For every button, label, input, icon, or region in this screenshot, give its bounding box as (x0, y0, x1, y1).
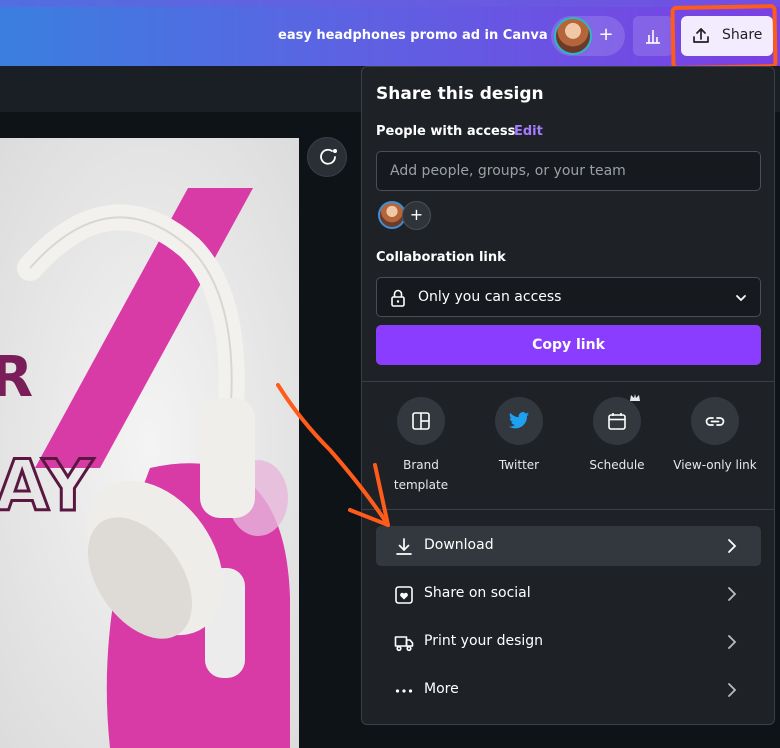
link-icon (705, 417, 725, 426)
option-label: Twitter (498, 458, 540, 472)
link-access-value: Only you can access (418, 289, 562, 305)
add-member-button[interactable]: + (402, 201, 431, 230)
link-access-select[interactable]: Only you can access (376, 277, 761, 317)
add-collaborator-icon[interactable]: + (596, 25, 616, 45)
share-panel: Share this design People with access Edi… (361, 66, 775, 725)
option-twitter[interactable]: Twitter (470, 397, 568, 475)
more-row[interactable]: More (376, 670, 761, 710)
truck-icon (394, 636, 414, 652)
edit-access-link[interactable]: Edit (514, 124, 543, 139)
chevron-right-icon (728, 635, 737, 649)
divider (362, 381, 774, 382)
upload-icon (693, 28, 709, 43)
option-brand-template[interactable]: Brand template (372, 397, 470, 495)
download-row[interactable]: Download (376, 526, 761, 566)
people-with-access-label: People with access (376, 124, 516, 139)
design-artwork: R AY (0, 138, 299, 748)
regenerate-button[interactable] (307, 137, 347, 177)
option-view-only-link[interactable]: View-only link (666, 397, 764, 475)
bar-chart-icon (646, 30, 660, 44)
top-bar: easy headphones promo ad in Canva + Shar… (0, 0, 780, 66)
lock-icon (391, 289, 405, 307)
download-icon (396, 538, 412, 555)
chevron-down-icon (736, 295, 746, 302)
panel-title: Share this design (376, 84, 544, 104)
option-label: Schedule (589, 458, 645, 472)
row-label: Download (424, 537, 494, 553)
svg-text:AY: AY (0, 445, 94, 527)
collaboration-link-label: Collaboration link (376, 250, 506, 265)
chevron-right-icon (728, 587, 737, 601)
user-avatar[interactable] (554, 17, 592, 55)
copy-link-button[interactable]: Copy link (376, 325, 761, 365)
print-design-row[interactable]: Print your design (376, 622, 761, 662)
chevron-right-icon (728, 539, 737, 553)
heart-icon (395, 586, 413, 604)
svg-text:R: R (0, 345, 33, 410)
document-title[interactable]: easy headphones promo ad in Canva (278, 28, 548, 43)
option-schedule[interactable]: Schedule (568, 394, 666, 475)
design-canvas[interactable]: R AY (0, 138, 299, 748)
row-label: Share on social (424, 585, 531, 601)
chevron-right-icon (728, 683, 737, 697)
add-people-input[interactable] (376, 151, 761, 191)
option-label: Brand template (393, 458, 449, 492)
row-label: More (424, 681, 459, 697)
more-icon (395, 689, 413, 693)
refresh-icon (320, 148, 337, 165)
share-label: Share (722, 27, 763, 43)
share-on-social-row[interactable]: Share on social (376, 574, 761, 614)
brand-template-icon (412, 412, 430, 430)
crown-icon (630, 394, 640, 401)
share-button[interactable]: Share (681, 16, 773, 56)
divider (362, 509, 774, 510)
row-label: Print your design (424, 633, 544, 649)
insights-button[interactable] (633, 16, 673, 56)
calendar-icon (608, 413, 626, 430)
option-label: View-only link (673, 458, 757, 472)
twitter-icon (508, 412, 530, 429)
